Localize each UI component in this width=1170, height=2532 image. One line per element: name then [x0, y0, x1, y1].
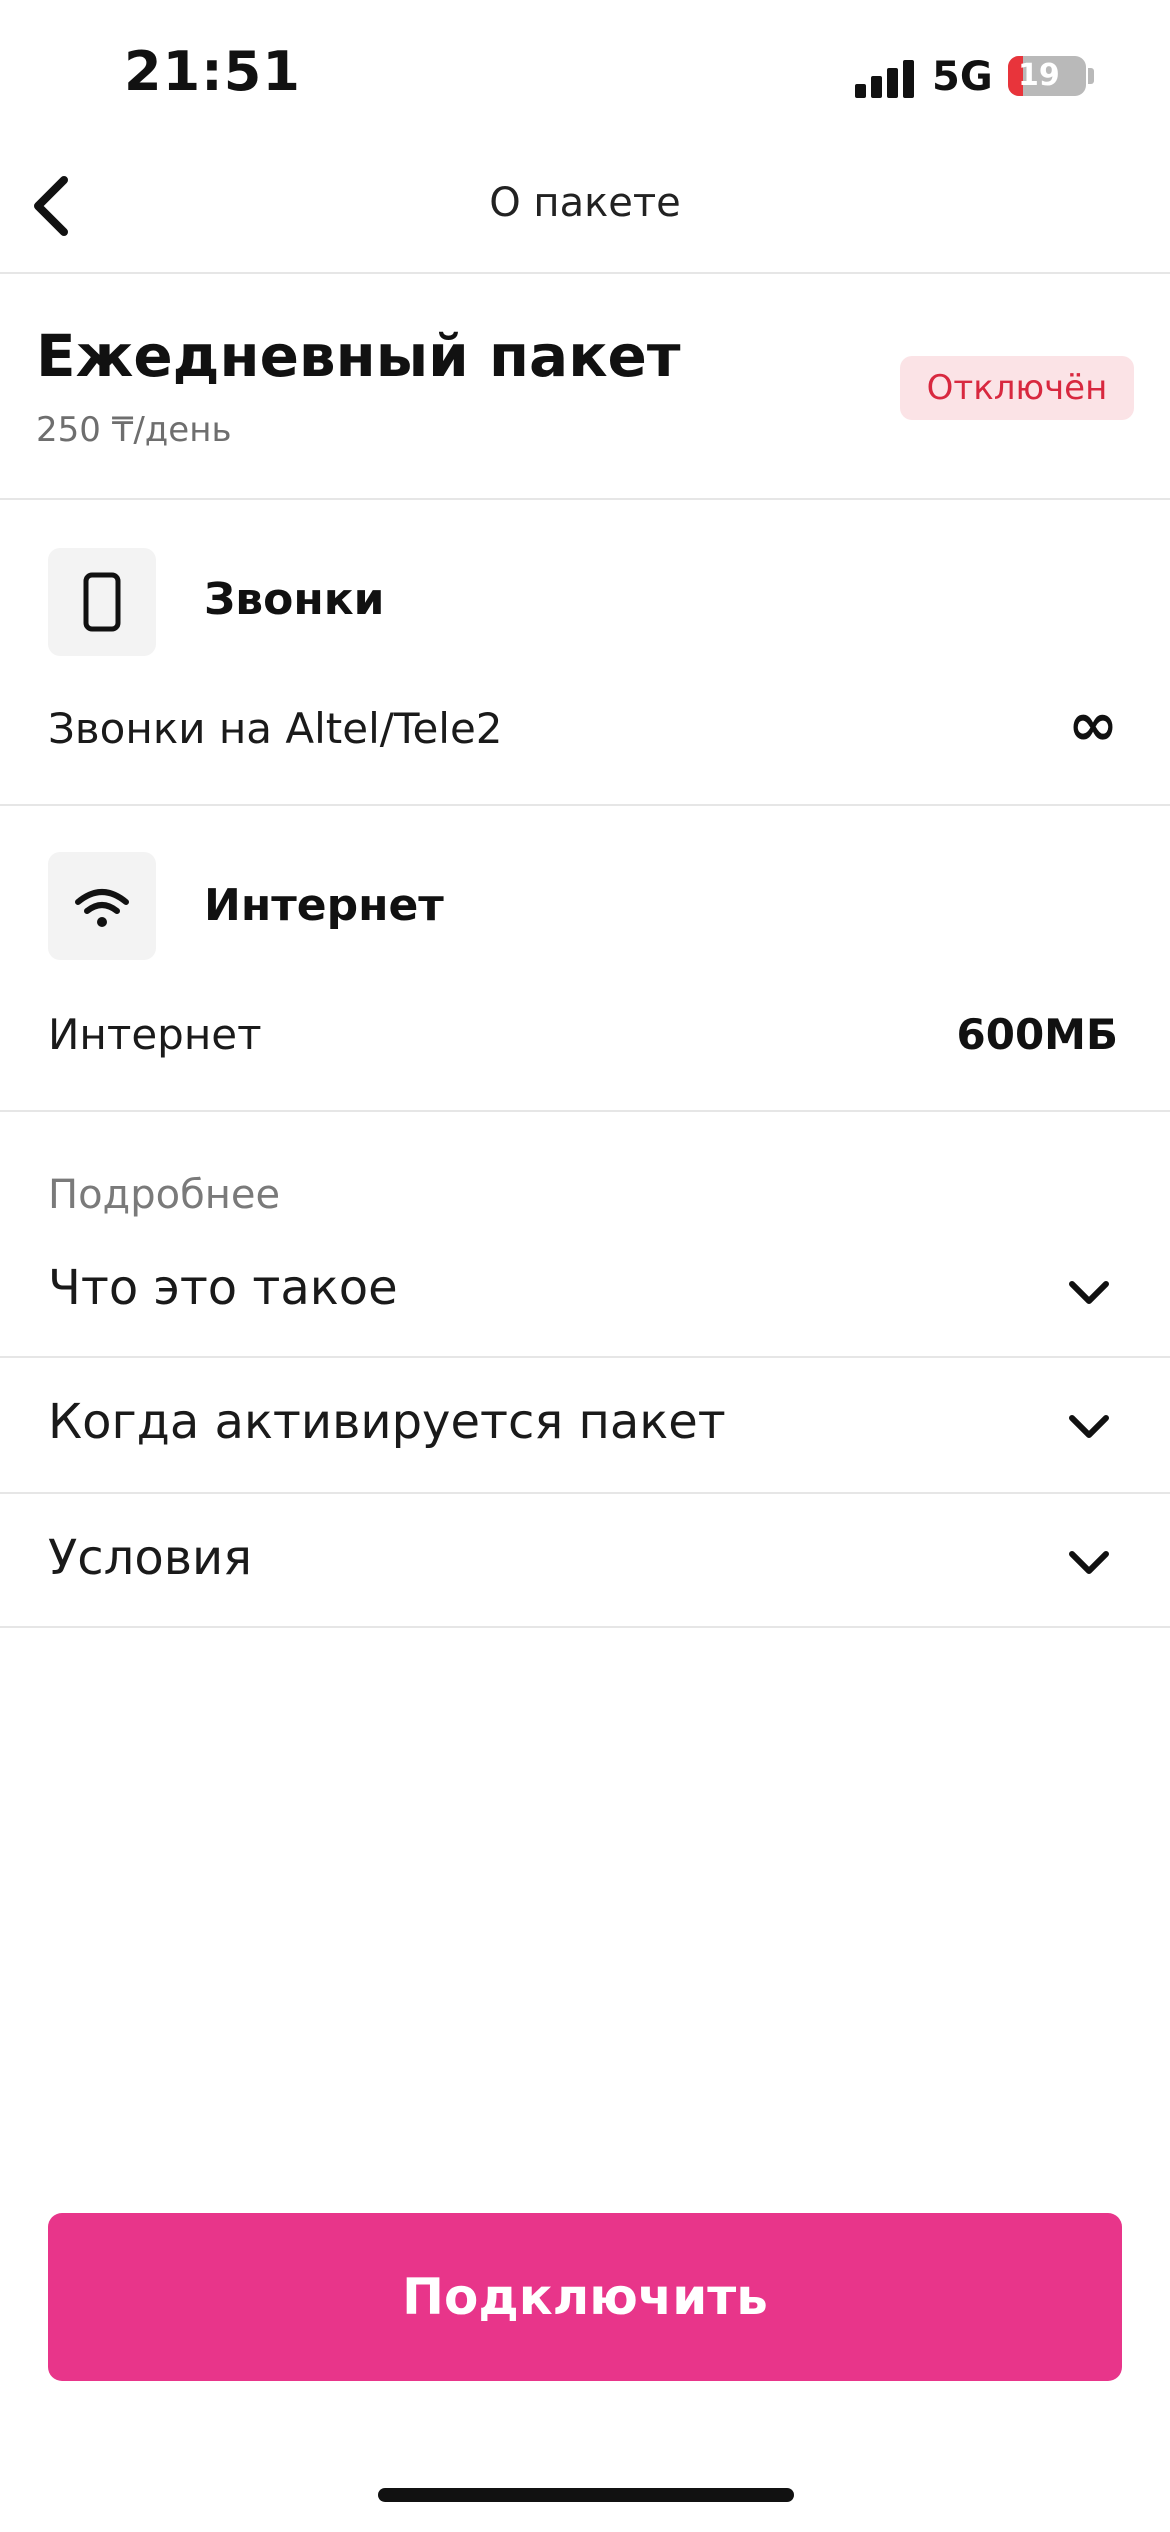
internet-row-value: 600МБ	[956, 1010, 1118, 1059]
internet-icon-box	[48, 852, 156, 960]
battery-cap	[1088, 68, 1094, 84]
divider	[0, 804, 1170, 806]
details-label: Подробнее	[48, 1172, 281, 1218]
cellular-signal-icon	[855, 58, 915, 98]
home-indicator[interactable]	[378, 2488, 794, 2502]
accordion-label: Что это такое	[48, 1260, 398, 1316]
network-type: 5G	[932, 54, 993, 100]
page-title: О пакете	[489, 180, 681, 226]
calls-unlimited-value: ∞	[1068, 690, 1118, 760]
accordion-what-is-it[interactable]: Что это такое	[0, 1230, 1170, 1356]
chevron-down-icon	[1069, 1281, 1109, 1304]
package-title: Ежедневный пакет	[36, 322, 681, 390]
phone-icon	[83, 572, 121, 632]
wifi-icon	[75, 889, 129, 927]
divider	[0, 1626, 1170, 1628]
calls-heading: Звонки	[204, 574, 385, 625]
calls-row-label: Звонки на Altel/Tele2	[48, 704, 503, 753]
internet-heading: Интернет	[204, 880, 444, 931]
divider	[0, 498, 1170, 500]
battery-level: 19	[1018, 58, 1060, 93]
status-time: 21:51	[124, 40, 301, 103]
divider	[0, 1110, 1170, 1112]
divider	[0, 272, 1170, 274]
accordion-when-activated[interactable]: Когда активируется пакет	[0, 1358, 1170, 1492]
calls-icon-box	[48, 548, 156, 656]
accordion-conditions[interactable]: Условия	[0, 1494, 1170, 1626]
status-badge: Отключён	[900, 356, 1134, 420]
accordion-label: Условия	[48, 1530, 253, 1586]
chevron-down-icon	[1069, 1415, 1109, 1438]
package-price: 250 ₸/день	[36, 410, 232, 450]
accordion-label: Когда активируется пакет	[48, 1394, 726, 1450]
connect-button[interactable]: Подключить	[48, 2213, 1122, 2381]
chevron-down-icon	[1069, 1551, 1109, 1574]
internet-row-label: Интернет	[48, 1010, 262, 1059]
battery-icon: 19	[1008, 56, 1086, 96]
